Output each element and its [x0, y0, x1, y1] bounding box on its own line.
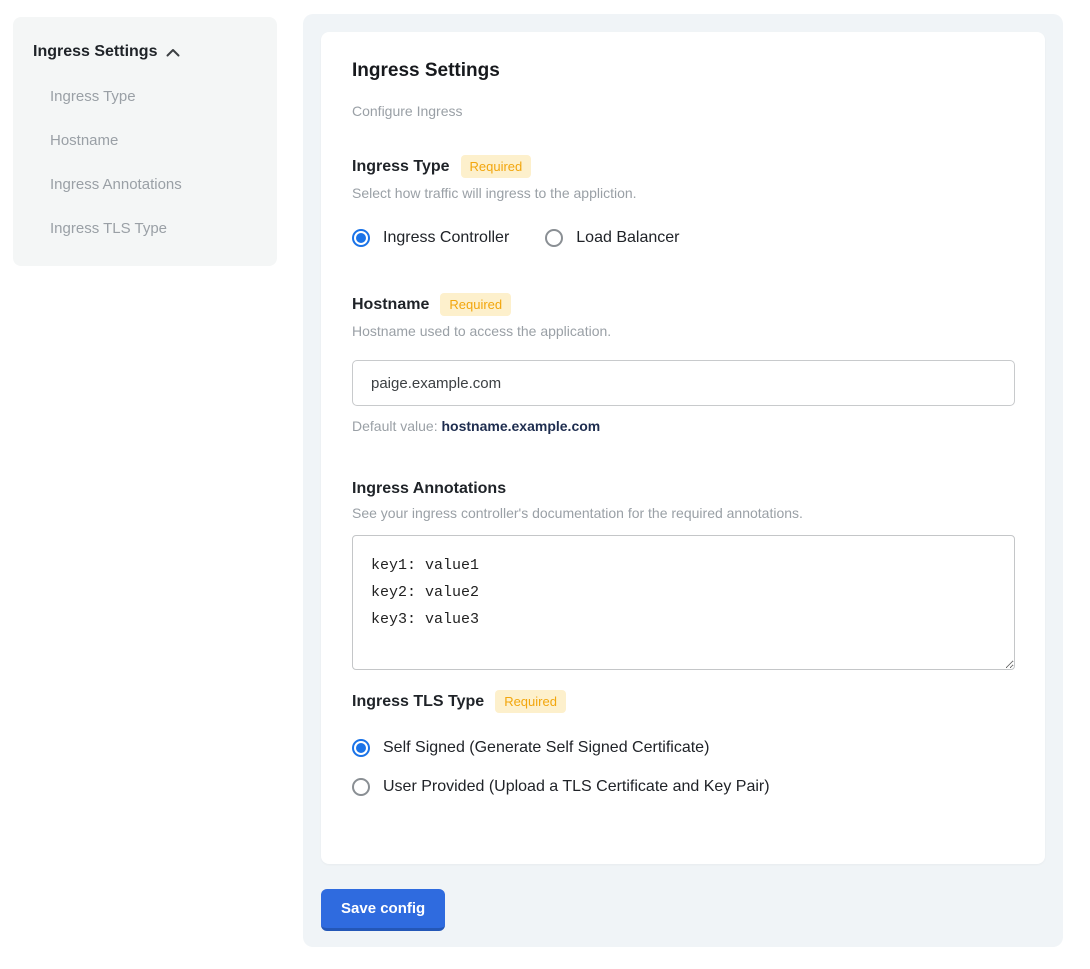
ingress-type-radio-group: Ingress Controller Load Balancer: [352, 229, 1014, 247]
sidebar-group-ingress-settings[interactable]: Ingress Settings: [33, 43, 257, 61]
ingress-tls-type-label: Ingress TLS Type: [352, 693, 484, 711]
ingress-type-label: Ingress Type: [352, 158, 450, 176]
hostname-description: Hostname used to access the application.: [352, 323, 1014, 339]
ingress-annotations-description: See your ingress controller's documentat…: [352, 505, 1014, 521]
sidebar-item-hostname[interactable]: Hostname: [50, 132, 257, 149]
field-ingress-type: Ingress Type Required Select how traffic…: [352, 155, 1014, 247]
default-value-label: Default value:: [352, 418, 442, 434]
ingress-tls-radio-group: Self Signed (Generate Self Signed Certif…: [352, 739, 1014, 796]
sidebar-group-label: Ingress Settings: [33, 43, 157, 61]
field-ingress-annotations: Ingress Annotations See your ingress con…: [352, 480, 1014, 670]
radio-load-balancer[interactable]: Load Balancer: [545, 229, 679, 247]
ingress-type-description: Select how traffic will ingress to the a…: [352, 185, 1014, 201]
required-badge: Required: [440, 293, 511, 316]
radio-ingress-controller[interactable]: Ingress Controller: [352, 229, 509, 247]
hostname-default-line: Default value: hostname.example.com: [352, 418, 1014, 434]
radio-icon: [352, 778, 370, 796]
ingress-annotations-label: Ingress Annotations: [352, 480, 506, 498]
required-badge: Required: [461, 155, 532, 178]
page-subtitle: Configure Ingress: [352, 103, 1014, 119]
radio-icon: [545, 229, 563, 247]
radio-self-signed[interactable]: Self Signed (Generate Self Signed Certif…: [352, 739, 1014, 757]
hostname-label: Hostname: [352, 296, 429, 314]
save-config-button[interactable]: Save config: [321, 889, 445, 931]
radio-icon: [352, 739, 370, 757]
ingress-settings-panel: Ingress Settings Configure Ingress Ingre…: [303, 14, 1063, 947]
settings-sidebar: Ingress Settings Ingress Type Hostname I…: [13, 17, 277, 266]
sidebar-item-ingress-type[interactable]: Ingress Type: [50, 88, 257, 105]
radio-user-provided[interactable]: User Provided (Upload a TLS Certificate …: [352, 778, 1014, 796]
required-badge: Required: [495, 690, 566, 713]
sidebar-item-ingress-tls-type[interactable]: Ingress TLS Type: [50, 220, 257, 237]
sidebar-item-list: Ingress Type Hostname Ingress Annotation…: [33, 88, 257, 237]
sidebar-item-ingress-annotations[interactable]: Ingress Annotations: [50, 176, 257, 193]
hostname-input[interactable]: [352, 360, 1015, 406]
ingress-annotations-textarea[interactable]: key1: value1 key2: value2 key3: value3: [352, 535, 1015, 670]
field-hostname: Hostname Required Hostname used to acces…: [352, 293, 1014, 434]
page-title: Ingress Settings: [352, 60, 1014, 82]
chevron-up-icon: [166, 48, 180, 57]
ingress-settings-card: Ingress Settings Configure Ingress Ingre…: [321, 32, 1045, 864]
field-ingress-tls-type: Ingress TLS Type Required Self Signed (G…: [352, 690, 1014, 796]
radio-icon: [352, 229, 370, 247]
default-value-text: hostname.example.com: [442, 418, 601, 434]
